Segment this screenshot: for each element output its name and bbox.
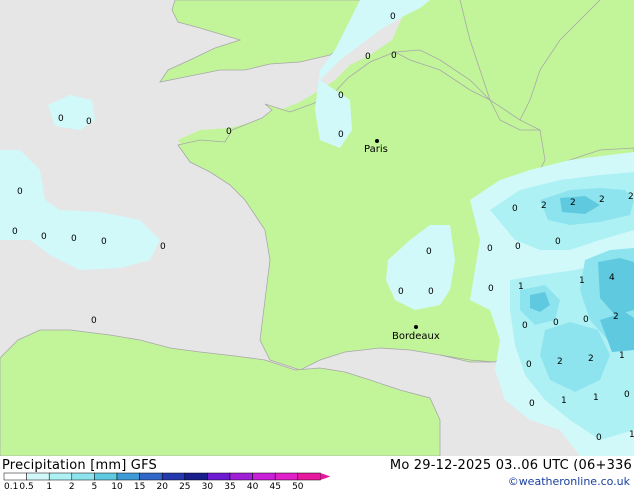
- grid-value: 0: [86, 117, 92, 127]
- scale-label: 30: [202, 482, 214, 490]
- map-footer: Precipitation [mm] GFS Mo 29-12-2025 03.…: [0, 456, 634, 490]
- grid-value: 1: [629, 430, 634, 440]
- scale-swatch: [229, 472, 253, 481]
- grid-value: 0: [398, 287, 404, 297]
- scale-label: 20: [156, 482, 168, 490]
- scale-swatch: [94, 472, 118, 481]
- grid-value: 0: [487, 244, 493, 254]
- scale-swatch: [274, 472, 299, 481]
- bordeaux-marker: [414, 325, 418, 329]
- grid-value: 0: [428, 287, 434, 297]
- scale-swatch: [26, 472, 50, 481]
- grid-value: 0: [553, 318, 559, 328]
- grid-value: 0: [160, 242, 166, 252]
- credit-link[interactable]: ©weatheronline.co.uk: [508, 475, 630, 488]
- scale-label: 1: [46, 482, 52, 490]
- grid-value: 2: [613, 312, 619, 322]
- scale-label: 35: [224, 482, 235, 490]
- scale-label: 0.1: [4, 482, 18, 490]
- grid-value: 0: [101, 237, 107, 247]
- paris-label: Paris: [364, 144, 388, 155]
- grid-value: 2: [541, 201, 547, 211]
- scale-swatch: [139, 472, 163, 481]
- scale-swatch: [207, 472, 231, 481]
- grid-value: 0: [12, 227, 18, 237]
- scale-swatch: [184, 472, 208, 481]
- grid-value: 0: [526, 360, 532, 370]
- grid-value: 0: [596, 433, 602, 443]
- grid-value: 2: [557, 357, 563, 367]
- grid-value: 0: [624, 390, 630, 400]
- grid-value: 0: [17, 187, 23, 197]
- scale-label: 5: [92, 482, 98, 490]
- grid-value: 0: [515, 242, 521, 252]
- precipitation-map: Paris Bordeaux 0 0 0 0 0 0 0 0 0 0 0 0 0…: [0, 0, 634, 456]
- scale-arrow: [320, 473, 331, 480]
- grid-value: 0: [426, 247, 432, 257]
- grid-value: 0: [555, 237, 561, 247]
- grid-value: 0: [488, 284, 494, 294]
- scale-swatch: [252, 472, 276, 481]
- scale-swatch: [161, 472, 186, 481]
- grid-value: 0: [365, 52, 371, 62]
- grid-value: 0: [71, 234, 77, 244]
- grid-value: 2: [570, 198, 576, 208]
- grid-value: 2: [628, 192, 634, 202]
- grid-value: 2: [599, 195, 605, 205]
- grid-value: 0: [91, 316, 97, 326]
- grid-value: 0: [338, 91, 344, 101]
- scale-label: 50: [292, 482, 304, 490]
- scale-label: 0.5: [19, 482, 33, 490]
- precipitation-color-scale: 0.1 0.5 1 2 5 10 15 20 25 30 35 40 45 50: [3, 472, 331, 490]
- grid-value: 0: [529, 399, 535, 409]
- grid-value: 0: [512, 204, 518, 214]
- grid-value: 1: [619, 351, 625, 361]
- paris-marker: [375, 139, 379, 143]
- grid-value: 1: [561, 396, 567, 406]
- scale-swatch: [297, 472, 321, 481]
- grid-value: 0: [583, 315, 589, 325]
- scale-label: 15: [134, 482, 145, 490]
- bordeaux-label: Bordeaux: [392, 331, 440, 342]
- grid-value: 1: [518, 282, 524, 292]
- scale-label: 2: [69, 482, 75, 490]
- grid-value: 1: [579, 276, 585, 286]
- grid-value: 1: [593, 393, 599, 403]
- grid-value: 2: [588, 354, 594, 364]
- scale-swatch: [71, 472, 95, 481]
- grid-value: 0: [390, 12, 396, 22]
- scale-label: 40: [247, 482, 259, 490]
- scale-label: 25: [179, 482, 190, 490]
- map-title: Precipitation [mm] GFS: [2, 458, 157, 473]
- grid-value: 0: [522, 321, 528, 331]
- scale-label: 45: [269, 482, 280, 490]
- grid-value: 0: [338, 130, 344, 140]
- forecast-time: Mo 29-12-2025 03..06 UTC (06+336: [389, 458, 632, 473]
- scale-swatch: [116, 472, 140, 481]
- scale-swatch: [3, 472, 27, 481]
- scale-label: 10: [111, 482, 123, 490]
- grid-value: 0: [41, 232, 47, 242]
- grid-value: 0: [391, 51, 397, 61]
- grid-value: 0: [58, 114, 64, 124]
- grid-value: 0: [226, 127, 232, 137]
- scale-swatch: [48, 472, 73, 481]
- grid-value: 4: [609, 273, 615, 283]
